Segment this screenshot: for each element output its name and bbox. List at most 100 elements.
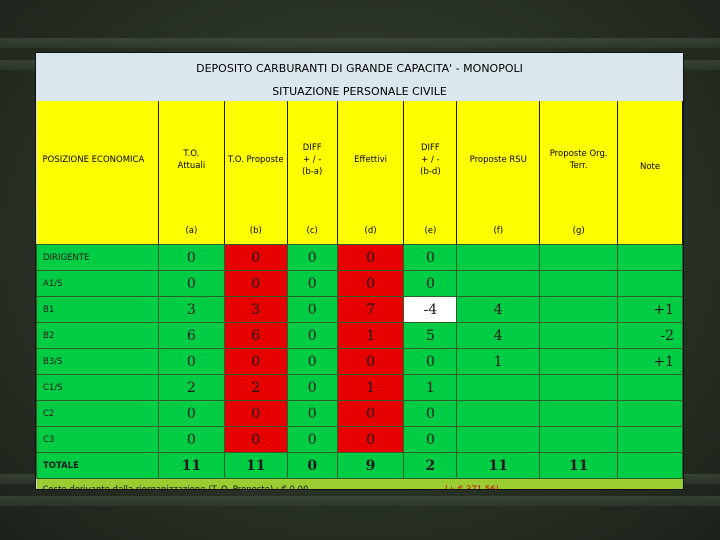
header-line: + / - — [302, 154, 322, 165]
cell-f — [456, 244, 541, 271]
cell-f — [456, 400, 541, 427]
cell-c: 0 — [286, 374, 338, 401]
cell-b: 0 — [223, 270, 288, 297]
footer-extra: (+ € 371,56) — [403, 478, 540, 489]
cell-note: -2 — [617, 322, 683, 349]
letter-col — [617, 218, 683, 245]
cell-f: 11 — [456, 452, 541, 479]
header-line: Proposte RSU — [469, 154, 527, 165]
cell-a: 0 — [157, 426, 225, 453]
cell-a: 11 — [157, 452, 225, 479]
letter-col: (c) — [287, 218, 338, 245]
position-label: B3/S — [36, 348, 159, 375]
letter-col: (f) — [456, 218, 541, 245]
cell-c: 0 — [286, 400, 338, 427]
cell-a: 6 — [157, 322, 225, 349]
cell-f — [456, 374, 541, 401]
footer-cost: Costo derivante dalla riorganizzazione (… — [36, 478, 404, 489]
cell-e: 0 — [403, 244, 458, 271]
header-col: T.O. Proposte — [224, 101, 288, 218]
table-row: C1/S 2 2 0 1 1 — [36, 374, 683, 401]
cell-c: 0 — [286, 244, 338, 271]
cell-d: 1 — [336, 322, 405, 349]
table-row: A1/S 0 0 0 0 0 — [36, 270, 683, 297]
cell-a: 0 — [157, 244, 225, 271]
cell-d: 9 — [336, 452, 405, 479]
position-label: C3 — [36, 426, 159, 453]
cell-e: -4 — [403, 296, 458, 323]
header-col: Note — [617, 101, 683, 218]
header-col: DIFF + / - (b-d) — [403, 101, 458, 218]
cell-e: 5 — [403, 322, 458, 349]
cell-a: 0 — [157, 400, 225, 427]
cell-g — [539, 400, 619, 427]
cell-g — [539, 322, 619, 349]
letter-col: (a) — [158, 218, 225, 245]
position-label: C1/S — [36, 374, 159, 401]
cell-g — [539, 374, 619, 401]
cell-e: 0 — [403, 348, 458, 375]
cell-note — [617, 270, 683, 297]
cell-g — [539, 296, 619, 323]
cell-g — [539, 348, 619, 375]
cell-note — [617, 426, 683, 453]
cell-b: 2 — [223, 374, 288, 401]
position-label: B2 — [36, 322, 159, 349]
cell-e: 0 — [403, 270, 458, 297]
header-col: T.O. Attuali — [158, 101, 225, 218]
cell-f — [456, 426, 541, 453]
table-row: C3 0 0 0 0 0 — [36, 426, 683, 453]
letter-empty — [36, 218, 159, 245]
cell-d: 7 — [336, 296, 405, 323]
cell-b: 0 — [223, 244, 288, 271]
position-label: A1/S — [36, 270, 159, 297]
header-line: Attuali — [177, 160, 206, 171]
cell-b: 0 — [223, 426, 288, 453]
title-bar: DEPOSITO CARBURANTI DI GRANDE CAPACITA' … — [36, 53, 683, 101]
header-line: Note — [639, 161, 661, 172]
cell-c: 0 — [286, 348, 338, 375]
cell-d: 0 — [336, 348, 405, 375]
cell-d: 0 — [336, 400, 405, 427]
cell-note — [617, 244, 683, 271]
table-row: TOTALE 11 11 0 9 2 11 11 — [36, 452, 683, 479]
cell-e: 0 — [403, 400, 458, 427]
position-label: C2 — [36, 400, 159, 427]
cell-a: 0 — [157, 270, 225, 297]
letter-col: (g) — [539, 218, 619, 245]
position-label: TOTALE — [36, 452, 159, 479]
cell-a: 3 — [157, 296, 225, 323]
cell-b: 3 — [223, 296, 288, 323]
cell-f: 1 — [456, 348, 541, 375]
cell-b: 11 — [223, 452, 288, 479]
cell-f: 4 — [456, 296, 541, 323]
header-line: T.O. — [183, 148, 200, 159]
background-stripe — [0, 38, 720, 48]
header-line: Effettivi — [354, 154, 387, 165]
slide-subtitle: SITUAZIONE PERSONALE CIVILE — [272, 85, 447, 98]
cell-f — [456, 270, 541, 297]
footer-empty — [539, 478, 683, 489]
cell-note — [617, 452, 683, 479]
header-col: Proposte Org. Terr. — [539, 101, 619, 218]
cell-c: 0 — [286, 426, 338, 453]
cell-note: +1 — [617, 348, 683, 375]
cell-d: 1 — [336, 374, 405, 401]
cell-e: 2 — [403, 452, 458, 479]
header-line: + / - — [421, 154, 440, 165]
cell-c: 0 — [286, 452, 338, 479]
position-label: B1 — [36, 296, 159, 323]
cell-g — [539, 426, 619, 453]
cell-g — [539, 244, 619, 271]
cell-c: 0 — [286, 322, 338, 349]
cell-d: 0 — [336, 426, 405, 453]
letter-col: (b) — [224, 218, 288, 245]
header-line: (b-a) — [302, 166, 323, 177]
slide: DEPOSITO CARBURANTI DI GRANDE CAPACITA' … — [35, 52, 684, 490]
letters-row: (a) (b) (c) (d) (e) (f) (g) — [36, 218, 683, 245]
cell-a: 2 — [157, 374, 225, 401]
header-line: DIFF — [420, 142, 440, 153]
letter-col: (d) — [337, 218, 405, 245]
cell-c: 0 — [286, 296, 338, 323]
table-row: B3/S 0 0 0 0 0 1 +1 — [36, 348, 683, 375]
